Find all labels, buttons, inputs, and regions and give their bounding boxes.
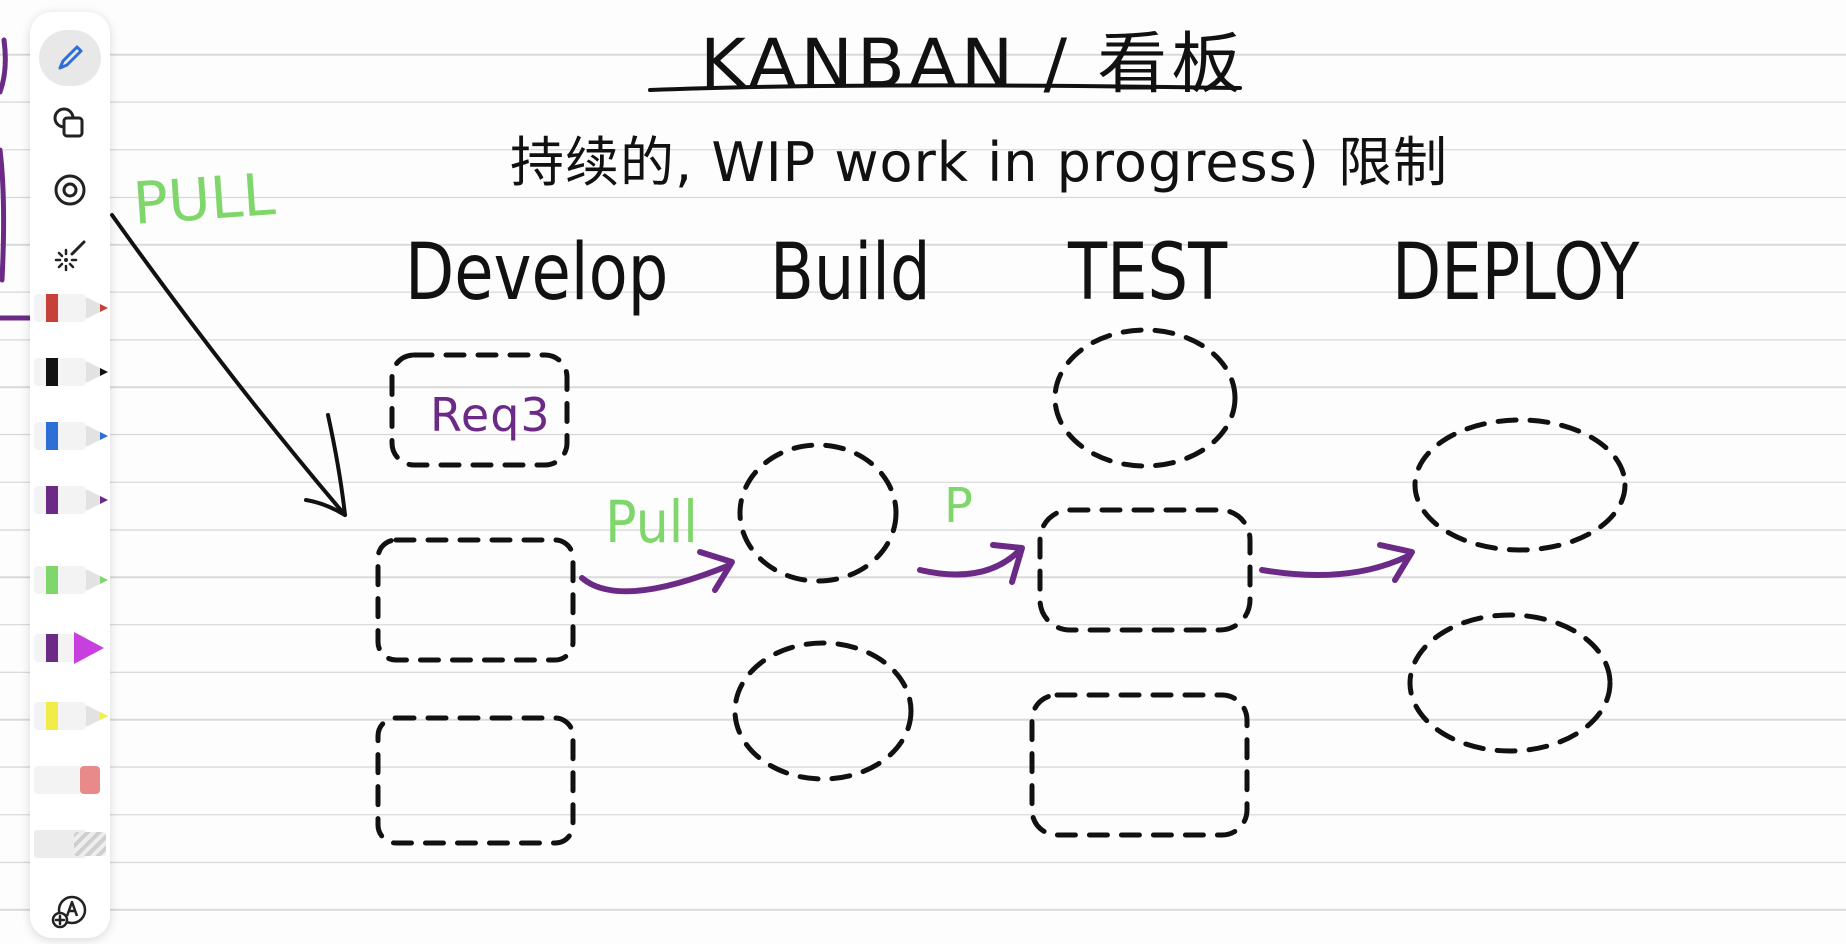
lasso-icon: [54, 174, 86, 206]
add-lasso-tool-button[interactable]: [44, 884, 96, 936]
pen-tool-button[interactable]: [38, 30, 102, 86]
laser-pointer-button[interactable]: [38, 226, 102, 282]
flow-arrow-build-test: [917, 547, 1023, 578]
card-test-2: [1037, 507, 1253, 633]
tool-palette: [30, 12, 110, 938]
card-deploy-2: [1407, 612, 1613, 754]
column-header-test: TEST: [1068, 228, 1228, 318]
card-build-1: [737, 442, 899, 584]
card-test-3: [1029, 692, 1250, 838]
column-header-deploy: DEPLOY: [1392, 228, 1640, 318]
partial-sketch-left: [0, 37, 33, 321]
page-title: KANBAN / 看板: [700, 24, 1246, 103]
column-header-build: Build: [770, 228, 931, 318]
tape-tool[interactable]: [34, 824, 106, 864]
column-header-develop: Develop: [405, 228, 669, 318]
green-highlighter[interactable]: [34, 560, 108, 600]
pull-label-top: PULL: [130, 160, 278, 238]
add-lasso-tool-icon: [51, 895, 87, 929]
pull-arrowhead: [304, 413, 347, 517]
pull-arrow: [110, 213, 347, 517]
eraser[interactable]: [34, 760, 106, 800]
flow-arrow-develop-build: [579, 562, 733, 595]
pull-label-mid: Pull: [605, 488, 698, 556]
card-test-1: [1052, 327, 1238, 469]
shapes-tool-button[interactable]: [38, 96, 102, 152]
card-label-req3: Req3: [430, 388, 551, 442]
yellow-highlighter[interactable]: [34, 696, 108, 736]
subtitle-note: 持续的, WIP work in progress) 限制: [510, 131, 1448, 194]
card-develop-2: [375, 537, 576, 663]
card-develop-3: [375, 715, 576, 846]
flow-arrow-test-deploy: [1259, 552, 1413, 578]
pull-label-small: P: [944, 478, 973, 534]
laser-pointer-icon: [54, 240, 86, 272]
purple-pen[interactable]: [34, 480, 108, 520]
black-pen[interactable]: [34, 352, 108, 392]
shapes-icon: [53, 107, 84, 138]
red-pen[interactable]: [34, 288, 108, 328]
magenta-highlighter[interactable]: [34, 628, 106, 668]
blue-pen[interactable]: [34, 416, 108, 456]
lasso-tool-button[interactable]: [38, 162, 102, 218]
card-build-2: [732, 640, 914, 782]
card-deploy-1: [1412, 417, 1628, 553]
pen-tool-icon: [58, 45, 83, 70]
